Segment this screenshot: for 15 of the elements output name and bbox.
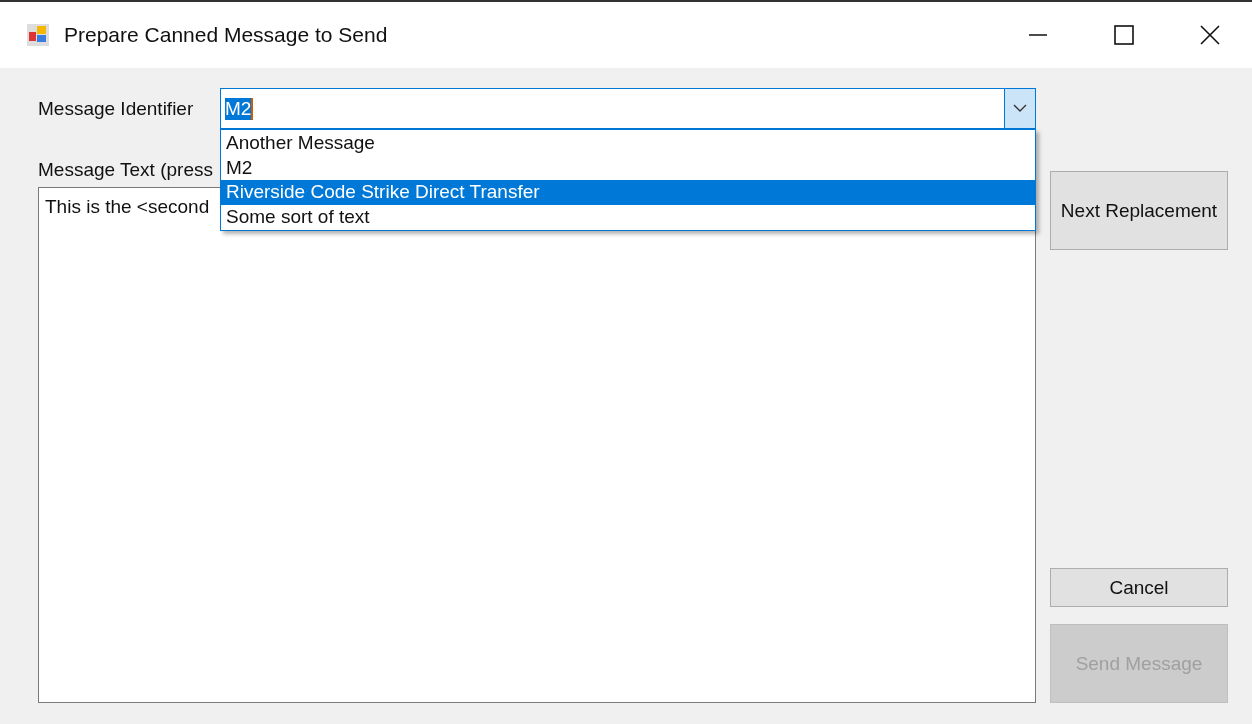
- close-icon[interactable]: [1200, 25, 1220, 45]
- window-title: Prepare Canned Message to Send: [64, 23, 388, 47]
- maximize-icon[interactable]: [1114, 25, 1134, 45]
- cancel-button[interactable]: Cancel: [1050, 568, 1228, 607]
- field-label: Message Identifier: [38, 97, 195, 120]
- field-label: Message Text (press: [38, 159, 213, 181]
- next-replacement-button[interactable]: Next Replacement: [1050, 171, 1228, 250]
- identifier-combobox[interactable]: M2: [220, 88, 1036, 129]
- dropdown-button[interactable]: [1004, 89, 1035, 128]
- app-icon: [26, 23, 50, 47]
- dropdown-option[interactable]: Riverside Code Strike Direct Transfer: [221, 180, 1035, 205]
- dropdown-option[interactable]: Some sort of text: [221, 204, 1035, 229]
- dropdown-option[interactable]: M2: [221, 155, 1035, 180]
- chevron-down-icon: [1013, 104, 1027, 113]
- dropdown-option[interactable]: Another Message: [221, 131, 1035, 156]
